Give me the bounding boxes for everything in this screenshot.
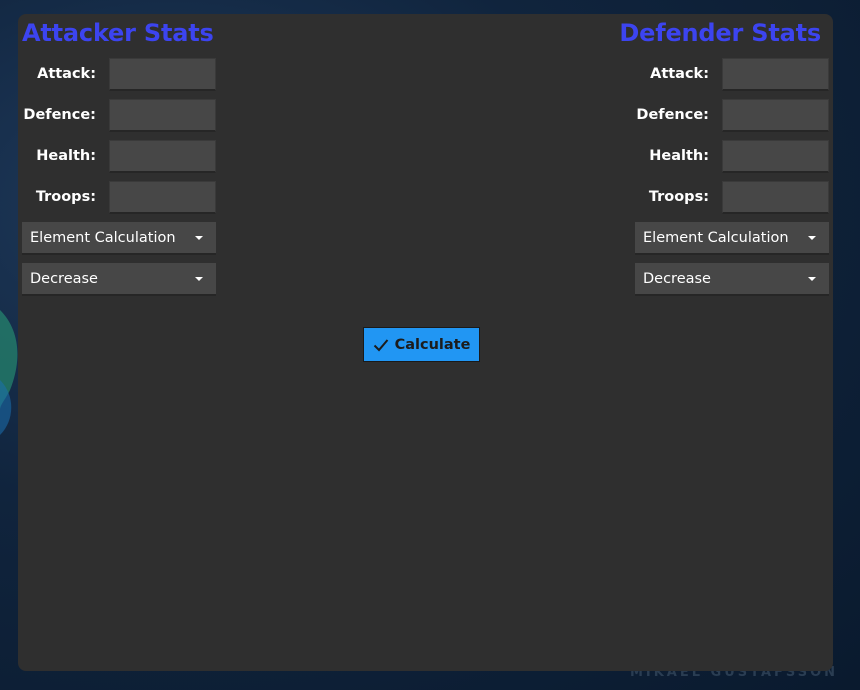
caret-down-icon (195, 277, 203, 281)
attacker-mode-dropdown[interactable]: Decrease (22, 263, 216, 296)
attacker-health-row: Health: (22, 140, 216, 173)
background-foliage (0, 380, 12, 435)
defender-health-row: Health: (635, 140, 829, 173)
defender-defence-input[interactable] (722, 99, 829, 132)
caret-down-icon (808, 277, 816, 281)
defender-health-input[interactable] (722, 140, 829, 173)
caret-down-icon (808, 236, 816, 240)
calculate-button[interactable]: Calculate (363, 327, 480, 362)
attacker-defence-label: Defence: (23, 107, 96, 123)
attacker-attack-input[interactable] (109, 58, 216, 91)
defender-defence-row: Defence: (635, 99, 829, 132)
calculator-panel: Attacker Stats Defender Stats Attack: De… (18, 14, 833, 671)
defender-troops-row: Troops: (635, 181, 829, 214)
attacker-attack-label: Attack: (37, 66, 96, 82)
defender-mode-dropdown-value: Decrease (643, 271, 711, 287)
defender-element-dropdown-value: Element Calculation (643, 230, 789, 246)
attacker-health-input[interactable] (109, 140, 216, 173)
attacker-mode-dropdown-value: Decrease (30, 271, 98, 287)
defender-column: Attack: Defence: Health: Troops: Element… (635, 58, 829, 304)
attacker-troops-input[interactable] (109, 181, 216, 214)
defender-attack-row: Attack: (635, 58, 829, 91)
defender-troops-input[interactable] (722, 181, 829, 214)
caret-down-icon (195, 236, 203, 240)
defender-mode-dropdown[interactable]: Decrease (635, 263, 829, 296)
attacker-column: Attack: Defence: Health: Troops: Element… (22, 58, 216, 304)
attacker-title: Attacker Stats (22, 19, 214, 47)
attacker-troops-label: Troops: (35, 189, 96, 205)
defender-attack-input[interactable] (722, 58, 829, 91)
defender-health-label: Health: (649, 148, 709, 164)
attacker-troops-row: Troops: (22, 181, 216, 214)
attacker-defence-row: Defence: (22, 99, 216, 132)
defender-element-dropdown[interactable]: Element Calculation (635, 222, 829, 255)
check-icon (373, 338, 388, 351)
attacker-element-dropdown[interactable]: Element Calculation (22, 222, 216, 255)
attacker-health-label: Health: (36, 148, 96, 164)
attacker-attack-row: Attack: (22, 58, 216, 91)
attacker-defence-input[interactable] (109, 99, 216, 132)
defender-attack-label: Attack: (650, 66, 709, 82)
defender-troops-label: Troops: (648, 189, 709, 205)
attacker-element-dropdown-value: Element Calculation (30, 230, 176, 246)
defender-defence-label: Defence: (636, 107, 709, 123)
calculate-label: Calculate (394, 336, 471, 353)
defender-title: Defender Stats (619, 19, 821, 47)
